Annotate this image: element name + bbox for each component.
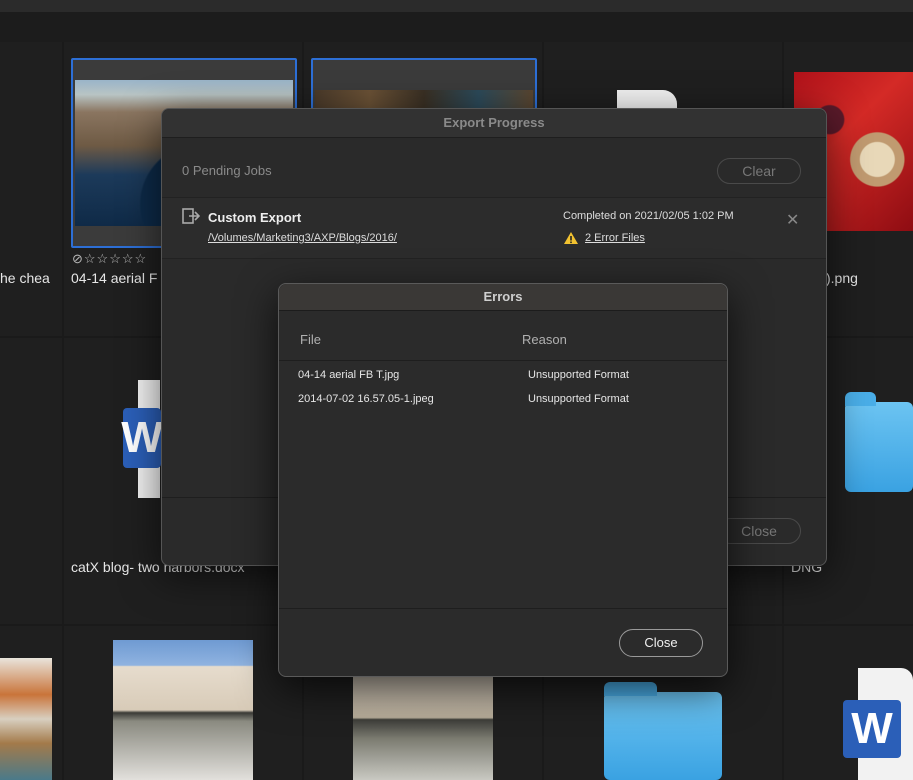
folder-icon[interactable]	[604, 682, 722, 780]
building-photo[interactable]	[113, 640, 253, 780]
window-title: Export Progress	[162, 109, 826, 138]
job-name: Custom Export	[208, 210, 302, 225]
column-header-reason[interactable]: Reason	[522, 332, 567, 347]
warning-icon	[564, 232, 578, 244]
clear-button[interactable]: Clear	[717, 158, 801, 184]
folder-icon[interactable]	[845, 392, 913, 492]
word-icon[interactable]: W	[843, 700, 901, 758]
houses-photo[interactable]	[0, 658, 52, 780]
error-reason-cell: Unsupported Format	[528, 393, 629, 405]
export-job-row: Custom Export /Volumes/Marketing3/AXP/Bl…	[162, 197, 826, 259]
dismiss-job-icon[interactable]: ✕	[786, 210, 799, 230]
error-files-link[interactable]: 2 Error Files	[585, 232, 645, 244]
job-path-link[interactable]: /Volumes/Marketing3/AXP/Blogs/2016/	[208, 232, 397, 244]
document-icon[interactable]	[617, 90, 677, 110]
close-button[interactable]: Close	[619, 629, 703, 657]
header-divider	[279, 360, 727, 361]
toolbar-secondary	[0, 12, 913, 42]
file-label[interactable]: ).png	[826, 270, 858, 286]
file-label[interactable]: he chea	[0, 270, 50, 286]
close-button[interactable]: Close	[717, 518, 801, 544]
column-header-file[interactable]: File	[300, 332, 321, 347]
dialog-title: Errors	[279, 284, 727, 311]
error-file-cell[interactable]: 2014-07-02 16.57.05-1.jpeg	[298, 393, 434, 405]
footer-divider	[279, 608, 727, 609]
job-status: Completed on 2021/02/05 1:02 PM	[563, 210, 734, 222]
export-icon	[182, 208, 200, 224]
error-file-cell[interactable]: 04-14 aerial FB T.jpg	[298, 369, 399, 381]
rating-stars[interactable]: ⊘☆☆☆☆☆	[72, 251, 147, 267]
thumbnail-people[interactable]	[311, 58, 537, 112]
building-photo[interactable]	[353, 676, 493, 780]
word-icon[interactable]: W	[121, 408, 163, 468]
grid-divider	[62, 42, 64, 780]
error-reason-cell: Unsupported Format	[528, 369, 629, 381]
window-toolbar	[0, 0, 913, 12]
people-photo	[315, 90, 533, 110]
errors-dialog: Errors File Reason 04-14 aerial FB T.jpg…	[278, 283, 728, 677]
pending-jobs-label: 0 Pending Jobs	[182, 163, 272, 178]
file-label[interactable]: 04-14 aerial F	[71, 270, 157, 286]
